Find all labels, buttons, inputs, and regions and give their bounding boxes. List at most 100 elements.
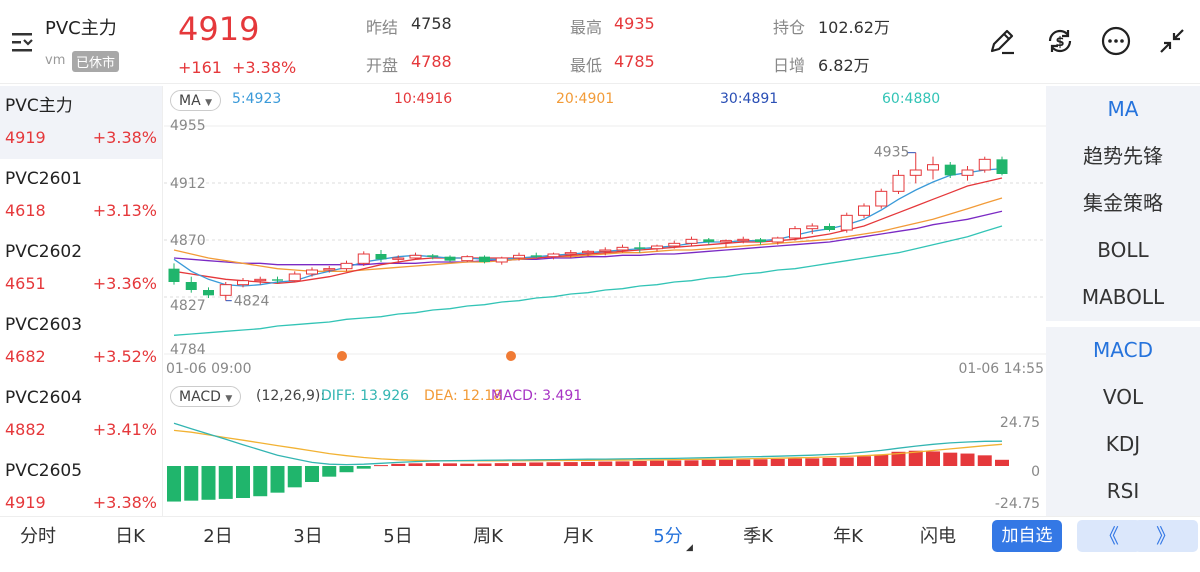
- contract-list: PVC主力 4919 +3.38% PVC2601 4618 +3.13% PVC2…: [0, 86, 163, 516]
- candle[interactable]: [530, 255, 542, 257]
- contract-pct: +3.13%: [92, 201, 157, 220]
- candle[interactable]: [737, 238, 750, 242]
- candle[interactable]: [806, 225, 819, 230]
- tab-flash[interactable]: 闪电: [903, 517, 973, 557]
- candle[interactable]: [495, 257, 508, 263]
- contract-item[interactable]: PVC2604 4882 +3.41%: [0, 378, 162, 451]
- contract-item[interactable]: PVC2603 4682 +3.52%: [0, 305, 162, 378]
- candle[interactable]: [651, 245, 663, 250]
- candle[interactable]: [272, 279, 283, 281]
- tab-quarterly-k[interactable]: 季K: [723, 517, 793, 557]
- candle[interactable]: [513, 254, 525, 259]
- candle[interactable]: [755, 239, 766, 242]
- candle[interactable]: [840, 214, 853, 231]
- tab-daily-k[interactable]: 日K: [95, 517, 165, 557]
- tab-5day[interactable]: 5日: [363, 517, 433, 557]
- dropdown-corner-icon: ◢: [686, 543, 693, 553]
- quote-key-prev-settle: 昨结: [366, 18, 399, 37]
- indicator-macd[interactable]: MACD: [1046, 327, 1200, 374]
- candle[interactable]: [479, 256, 490, 262]
- quote-key-low: 最低: [570, 56, 603, 75]
- candle[interactable]: [185, 282, 197, 290]
- candle[interactable]: [392, 257, 405, 260]
- contract-item[interactable]: PVC2602 4651 +3.36%: [0, 232, 162, 305]
- event-marker[interactable]: [337, 351, 347, 361]
- candle[interactable]: [927, 164, 939, 171]
- candle[interactable]: [427, 255, 439, 257]
- kline-plot[interactable]: 4955 4912 4870 4827 4784 4935 4824 01-06…: [164, 112, 1046, 382]
- quote-value-low: 4785: [614, 52, 655, 71]
- candle[interactable]: [547, 253, 560, 258]
- prev-button[interactable]: 《: [1077, 520, 1141, 552]
- candle[interactable]: [288, 273, 301, 282]
- candle[interactable]: [564, 252, 577, 255]
- macd-plot[interactable]: 24.75 0 -24.75: [164, 408, 1046, 516]
- quote-value-daily-increase: 6.82万: [818, 56, 870, 75]
- candle[interactable]: [996, 159, 1008, 174]
- y-tick-label: 4827: [170, 298, 206, 314]
- candle[interactable]: [444, 256, 456, 261]
- candle[interactable]: [375, 254, 387, 260]
- candle[interactable]: [720, 240, 732, 243]
- candle[interactable]: [237, 280, 249, 286]
- indicator-trend-pioneer[interactable]: 趋势先锋: [1046, 133, 1200, 180]
- candle[interactable]: [409, 254, 422, 259]
- candle[interactable]: [203, 290, 214, 296]
- macd-bar: [857, 456, 871, 466]
- tab-weekly-k[interactable]: 周K: [453, 517, 523, 557]
- contract-item[interactable]: PVC2605 4919 +3.38%: [0, 451, 162, 516]
- tab-yearly-k[interactable]: 年K: [813, 517, 883, 557]
- candle[interactable]: [616, 246, 629, 251]
- candle[interactable]: [219, 284, 232, 296]
- candle[interactable]: [323, 268, 336, 271]
- macd-bar: [615, 461, 630, 466]
- indicator-boll[interactable]: BOLL: [1046, 227, 1200, 274]
- candle[interactable]: [789, 228, 801, 239]
- indicator-kdj[interactable]: KDJ: [1046, 421, 1200, 468]
- indicator-vol[interactable]: VOL: [1046, 374, 1200, 421]
- contract-item[interactable]: PVC2601 4618 +3.13%: [0, 159, 162, 232]
- event-marker[interactable]: [506, 351, 516, 361]
- indicator-rsi[interactable]: RSI: [1046, 468, 1200, 515]
- indicator-capital-strategy[interactable]: 集金策略: [1046, 180, 1200, 227]
- more-icon[interactable]: [1099, 24, 1133, 58]
- next-button[interactable]: 》: [1134, 520, 1198, 552]
- contract-item[interactable]: PVC主力 4919 +3.38%: [0, 86, 162, 159]
- currency-exchange-icon[interactable]: $: [1043, 24, 1077, 58]
- tab-2day[interactable]: 2日: [183, 517, 253, 557]
- candle[interactable]: [944, 164, 956, 176]
- indicator-maboll[interactable]: MABOLL: [1046, 274, 1200, 321]
- candle[interactable]: [892, 174, 905, 192]
- candle[interactable]: [254, 278, 267, 282]
- candle[interactable]: [685, 238, 698, 244]
- candle[interactable]: [340, 262, 353, 270]
- kline-chart-area[interactable]: MA ▼ 5:4923 10:4916 20:4901 30:4891 60:4…: [164, 86, 1046, 516]
- candle[interactable]: [582, 250, 594, 254]
- candle[interactable]: [599, 249, 612, 252]
- menu-icon[interactable]: [10, 30, 36, 54]
- candle[interactable]: [634, 247, 646, 249]
- macd-selector[interactable]: MACD ▼: [170, 386, 242, 407]
- tab-3day[interactable]: 3日: [273, 517, 343, 557]
- candle[interactable]: [961, 169, 974, 176]
- candle[interactable]: [978, 158, 991, 171]
- tab-monthly-k[interactable]: 月K: [543, 517, 613, 557]
- indicator-ma[interactable]: MA: [1046, 86, 1200, 133]
- candle[interactable]: [357, 253, 370, 264]
- candle[interactable]: [858, 205, 870, 216]
- collapse-icon[interactable]: [1155, 24, 1189, 58]
- candle[interactable]: [771, 237, 784, 243]
- add-favorite-button[interactable]: 加自选: [992, 520, 1062, 552]
- ma-selector[interactable]: MA ▼: [170, 90, 222, 111]
- candle[interactable]: [306, 269, 318, 275]
- candle[interactable]: [875, 190, 888, 207]
- candle[interactable]: [909, 169, 922, 176]
- candle[interactable]: [461, 256, 474, 262]
- contract-title[interactable]: PVC主力: [45, 14, 117, 40]
- tab-intraday[interactable]: 分时: [3, 517, 73, 557]
- candle[interactable]: [168, 268, 180, 282]
- candle[interactable]: [668, 242, 681, 247]
- candle[interactable]: [824, 226, 835, 230]
- pen-icon[interactable]: [985, 24, 1019, 58]
- candle[interactable]: [703, 239, 715, 242]
